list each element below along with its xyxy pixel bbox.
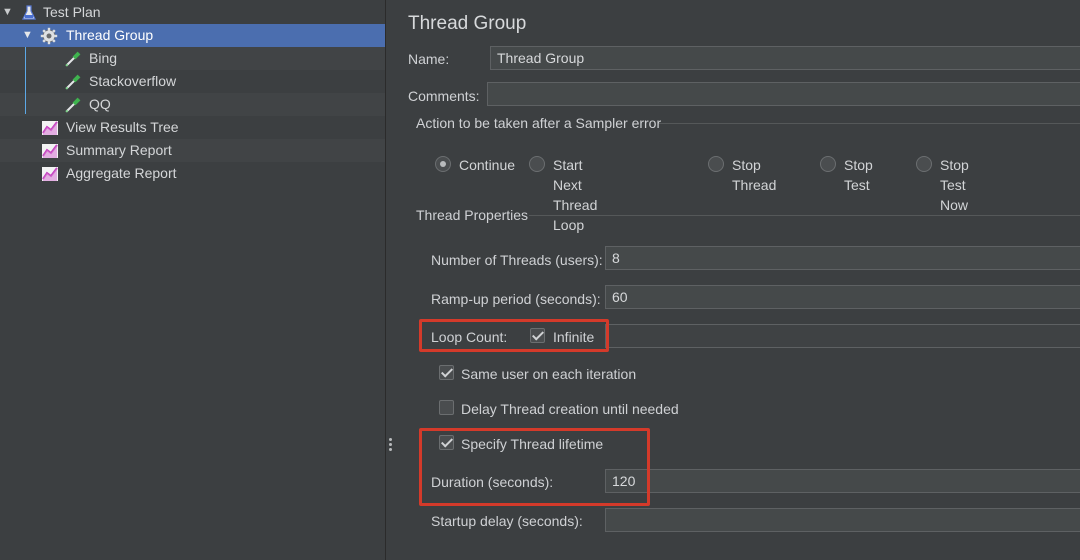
tree-item-label: Summary Report (66, 142, 172, 158)
tree-item-test-plan[interactable]: ▼ Test Plan (0, 1, 385, 24)
pipette-icon (65, 74, 81, 90)
tree-item-thread-group[interactable]: ▼ Thread Group (0, 24, 385, 47)
test-plan-tree[interactable]: ▼ Test Plan ▼ Thread Group Bing Stackove… (0, 0, 386, 560)
tree-item-label: Test Plan (43, 4, 101, 20)
name-label: Name: (408, 51, 450, 67)
radio-label: Start Next Thread Loop (553, 157, 598, 233)
tree-item-bing[interactable]: Bing (0, 47, 385, 70)
pipette-icon (65, 51, 81, 67)
radio-label: Stop Test (844, 157, 873, 193)
comments-label: Comments: (408, 88, 480, 104)
tree-item-stackoverflow[interactable]: Stackoverflow (0, 70, 385, 93)
rampup-label: Ramp-up period (seconds): (431, 291, 601, 307)
panel-splitter[interactable] (386, 0, 396, 560)
graph-icon (42, 144, 58, 158)
radio-button[interactable] (435, 156, 451, 172)
tree-item-aggregate-report[interactable]: Aggregate Report (0, 162, 385, 185)
comments-input[interactable] (487, 82, 1080, 106)
highlight-box (419, 428, 650, 506)
section-divider (529, 215, 1080, 216)
tree-item-label: Stackoverflow (89, 73, 177, 89)
tree-item-label: Aggregate Report (66, 165, 177, 181)
highlight-box (419, 319, 609, 352)
tree-connector-line (25, 47, 26, 114)
startup-delay-label: Startup delay (seconds): (431, 513, 583, 529)
tree-item-label: Thread Group (66, 27, 154, 43)
thread-group-panel: Thread Group Name: Thread Group Comments… (397, 0, 1080, 560)
section-divider (659, 123, 1080, 124)
same-user-checkbox[interactable] (439, 365, 454, 380)
threads-input[interactable]: 8 (605, 246, 1080, 270)
name-input[interactable]: Thread Group (490, 46, 1080, 70)
thread-properties-legend: Thread Properties (416, 207, 529, 223)
expand-arrow-icon[interactable]: ▼ (2, 1, 13, 24)
splitter-grip-icon[interactable] (389, 438, 393, 452)
radio-label: Stop Test Now (940, 157, 969, 213)
threads-label: Number of Threads (users): (431, 252, 603, 268)
flask-icon (22, 5, 36, 20)
rampup-input[interactable]: 60 (605, 285, 1080, 309)
radio-label: Continue (459, 157, 516, 173)
duration-input[interactable]: 120 (605, 469, 1080, 493)
tree-item-qq[interactable]: QQ (0, 93, 385, 116)
radio-button[interactable] (916, 156, 932, 172)
tree-item-label: QQ (89, 96, 111, 112)
tree-item-summary-report[interactable]: Summary Report (0, 139, 385, 162)
radio-button[interactable] (529, 156, 545, 172)
delay-creation-checkbox[interactable] (439, 400, 454, 415)
radio-button[interactable] (820, 156, 836, 172)
radio-button[interactable] (708, 156, 724, 172)
same-user-label: Same user on each iteration (461, 366, 637, 382)
startup-delay-input[interactable] (605, 508, 1080, 532)
gear-icon (40, 27, 58, 45)
radio-label: Stop Thread (732, 157, 777, 193)
tree-item-label: Bing (89, 50, 118, 66)
panel-title: Thread Group (408, 13, 527, 34)
pipette-icon (65, 97, 81, 113)
tree-item-view-results-tree[interactable]: View Results Tree (0, 116, 385, 139)
graph-icon (42, 121, 58, 135)
graph-icon (42, 167, 58, 181)
sampler-error-legend: Action to be taken after a Sampler error (416, 115, 662, 131)
delay-creation-label: Delay Thread creation until needed (461, 401, 679, 417)
tree-item-label: View Results Tree (66, 119, 179, 135)
expand-arrow-icon[interactable]: ▼ (22, 24, 33, 47)
loop-count-input[interactable] (605, 324, 1080, 348)
